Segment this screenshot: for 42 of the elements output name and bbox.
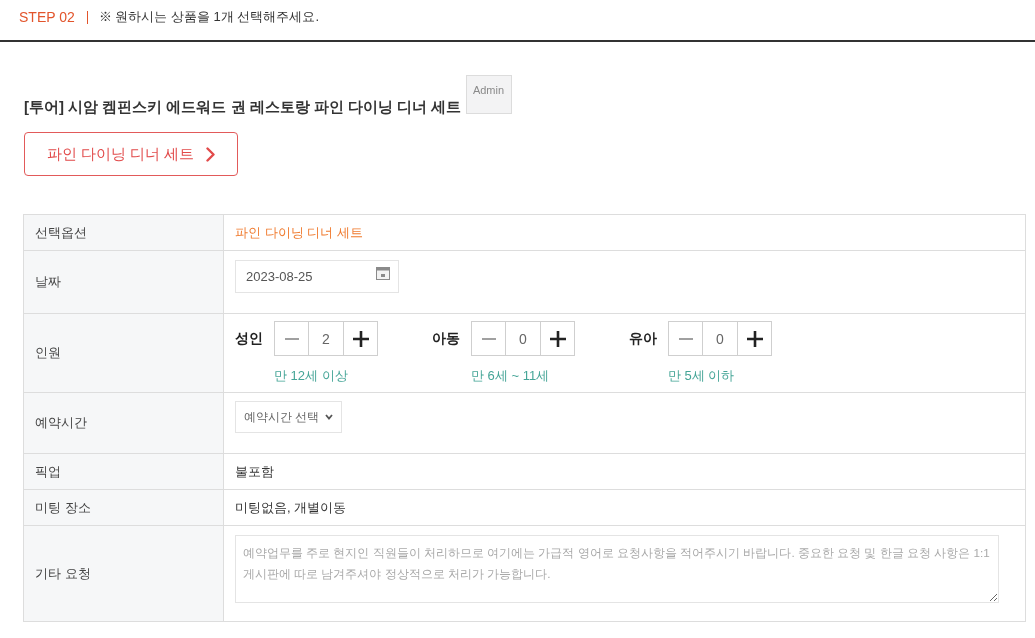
field-value: 불포함 [234,462,275,481]
minus-icon [678,337,693,340]
minus-icon [481,337,496,340]
decrease-button[interactable] [668,321,703,356]
step-label: STEP 02 [19,9,75,25]
plus-icon [549,330,566,347]
quantity-field[interactable]: 0 [506,321,540,356]
time-select[interactable]: 예약시간 선택 [235,401,343,433]
field-label: 예약시간 [24,393,224,453]
increase-button[interactable] [343,321,378,356]
age-hint: 만 6세 ~ 11세 [471,367,551,385]
admin-button[interactable]: Admin [465,75,512,114]
option-button[interactable]: 파인 다이닝 디너 세트 [24,132,238,176]
counter-label: 성인 [235,330,263,348]
date-field[interactable]: 2023-08-25 [235,260,399,293]
field-label: 인원 [24,314,224,392]
field-label: 선택옵션 [24,215,224,250]
chevron-down-icon [325,414,334,420]
minus-icon [284,337,299,340]
increase-button[interactable] [540,321,575,356]
calendar-icon[interactable] [376,267,390,280]
field-label: 날짜 [24,251,224,313]
field-label: 미팅 장소 [24,490,224,525]
decrease-button[interactable] [274,321,309,356]
field-label: 기타 요청 [24,526,224,621]
quantity-field[interactable]: 2 [309,321,343,356]
chevron-right-icon [206,146,216,162]
selected-option-text: 파인 다이닝 디너 세트 [234,223,364,242]
counter-label: 유아 [629,330,657,348]
increase-button[interactable] [737,321,772,356]
product-title: [투어] 시암 켐핀스키 에드워드 권 레스토랑 파인 다이닝 디너 세트 [24,97,462,117]
request-textarea[interactable]: 예약업무를 주로 현지인 직원들이 처리하므로 여기에는 가급적 영어로 요청사항을 적어주시기 바랍니다. 중요한 요청 및 한글 요청 사항은 1:1 게시판에 따로 남겨주셔야 정상적으로 처리가 가능합니다. [235,535,999,603]
counter-label: 아동 [432,330,460,348]
quantity-field[interactable]: 0 [703,321,737,356]
age-hint: 만 5세 이하 [668,367,736,385]
field-value: 미팅없음, 개별이동 [234,498,348,517]
field-label: 픽업 [24,454,224,489]
plus-icon [746,330,763,347]
age-hint: 만 12세 이상 [274,367,349,385]
instruction-text: ※ 원하시는 상품을 1개 선택해주세요. [98,8,320,26]
plus-icon [352,330,369,347]
decrease-button[interactable] [471,321,506,356]
